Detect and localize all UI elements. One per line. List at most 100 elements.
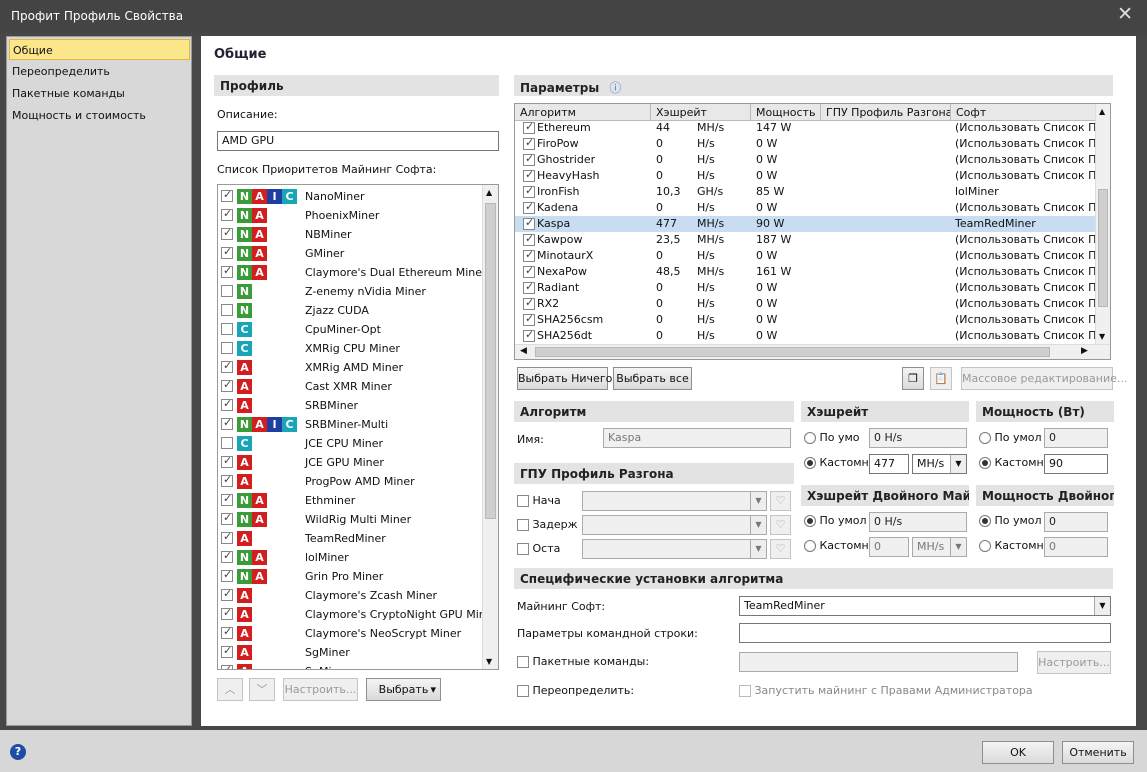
run-as-admin-checkbox[interactable]: [739, 685, 751, 697]
miner-checkbox[interactable]: [221, 549, 233, 563]
miner-checkbox[interactable]: [221, 359, 233, 373]
dual-hashrate-default-radio[interactable]: [804, 515, 816, 527]
miner-checkbox[interactable]: [221, 342, 233, 354]
override-option[interactable]: Переопределить:: [517, 684, 634, 697]
chevron-down-icon[interactable]: ▼: [950, 455, 966, 473]
miner-checkbox[interactable]: [221, 245, 233, 259]
description-input[interactable]: AMD GPU: [217, 131, 499, 151]
list-item[interactable]: A Claymore's Zcash Miner: [221, 586, 481, 605]
miner-configure-button[interactable]: Настроить...: [283, 678, 358, 701]
miner-checkbox[interactable]: [221, 454, 233, 468]
miner-checkbox[interactable]: [221, 416, 233, 430]
row-checkbox[interactable]: [523, 264, 535, 278]
oc-select[interactable]: ▼: [582, 539, 767, 559]
chevron-down-icon[interactable]: ▼: [1094, 597, 1110, 615]
miner-checkbox[interactable]: [221, 492, 233, 506]
list-item[interactable]: NAIC SRBMiner-Multi: [221, 415, 481, 434]
list-item[interactable]: NA WildRig Multi Miner: [221, 510, 481, 529]
list-item[interactable]: NA GMiner: [221, 244, 481, 263]
miner-checkbox[interactable]: [221, 625, 233, 639]
table-row[interactable]: FiroPow 0 H/s 0 W (Использовать Список При: [515, 136, 1110, 152]
power-custom-input[interactable]: 90: [1044, 454, 1108, 474]
list-item[interactable]: NA Grin Pro Miner: [221, 567, 481, 586]
miner-checkbox[interactable]: [221, 304, 233, 316]
miner-checkbox[interactable]: [221, 644, 233, 658]
row-checkbox[interactable]: [523, 216, 535, 230]
row-checkbox[interactable]: [523, 168, 535, 182]
grid-header-oc-profile[interactable]: ГПУ Профиль Разгона: [821, 104, 951, 121]
batch-commands-input[interactable]: [739, 652, 1018, 672]
override-checkbox[interactable]: [517, 685, 529, 697]
miner-checkbox[interactable]: [221, 663, 233, 669]
table-row[interactable]: SHA256dt 0 H/s 0 W (Использовать Список При: [515, 328, 1110, 344]
miner-checkbox[interactable]: [221, 473, 233, 487]
hashrate-custom-input[interactable]: 477: [869, 454, 909, 474]
select-all-button[interactable]: Выбрать все: [613, 367, 692, 390]
software-select[interactable]: TeamRedMiner ▼: [739, 596, 1111, 616]
bulk-edit-button[interactable]: Массовое редактирование...: [961, 367, 1127, 390]
table-row[interactable]: Radiant 0 H/s 0 W (Использовать Список При: [515, 280, 1110, 296]
list-item[interactable]: A SgMiner: [221, 662, 481, 669]
oc-option[interactable]: Нача: [517, 494, 561, 507]
miner-checkbox[interactable]: [221, 285, 233, 297]
oc-checkbox[interactable]: [517, 519, 529, 531]
oc-checkbox[interactable]: [517, 495, 529, 507]
algo-name-input[interactable]: Kaspa: [603, 428, 791, 448]
choose-button[interactable]: Выбрать ▾: [366, 678, 441, 701]
miner-checkbox[interactable]: [221, 207, 233, 221]
table-row[interactable]: NexaPow 48,5 MH/s 161 W (Использовать Список…: [515, 264, 1110, 280]
oc-select[interactable]: ▼: [582, 491, 767, 511]
nav-item-batch-commands[interactable]: Пакетные команды: [9, 83, 190, 104]
select-none-button[interactable]: Выбрать Ничего: [517, 367, 612, 390]
batch-configure-button[interactable]: Настроить...: [1037, 651, 1111, 674]
list-item[interactable]: A XMRig AMD Miner: [221, 358, 481, 377]
grid-vscroll-thumb[interactable]: [1098, 189, 1108, 307]
chevron-down-icon[interactable]: ▼: [750, 492, 766, 510]
table-row[interactable]: Kadena 0 H/s 0 W (Использовать Список При: [515, 200, 1110, 216]
row-checkbox[interactable]: [523, 152, 535, 166]
miner-checkbox[interactable]: [221, 226, 233, 240]
run-as-admin-option[interactable]: Запустить майнинг с Правами Администрато…: [739, 684, 1033, 697]
dual-hashrate-custom-radio[interactable]: [804, 540, 816, 552]
oc-option[interactable]: Задерж: [517, 518, 578, 531]
cmdline-input[interactable]: [739, 623, 1111, 643]
chevron-down-icon[interactable]: ▼: [750, 516, 766, 534]
table-row[interactable]: IronFish 10,3 GH/s 85 W lolMiner: [515, 184, 1095, 200]
hashrate-unit-select[interactable]: MH/s ▼: [912, 454, 967, 474]
list-item[interactable]: A Cast XMR Miner: [221, 377, 481, 396]
list-item[interactable]: A JCE GPU Miner: [221, 453, 481, 472]
list-item[interactable]: A ProgPow AMD Miner: [221, 472, 481, 491]
grid-vscrollbar[interactable]: ▲ ▼: [1095, 104, 1110, 344]
list-item[interactable]: A SgMiner: [221, 643, 481, 662]
info-icon[interactable]: ⓘ: [609, 81, 621, 95]
miner-checkbox[interactable]: [221, 264, 233, 278]
miner-checkbox[interactable]: [221, 188, 233, 202]
hashrate-default-radio[interactable]: [804, 432, 816, 444]
close-icon[interactable]: ✕: [1117, 3, 1133, 25]
dual-power-custom-radio[interactable]: [979, 540, 991, 552]
nav-item-general[interactable]: Общие: [9, 39, 190, 60]
list-item[interactable]: A Claymore's NeoScrypt Miner: [221, 624, 481, 643]
copy-icon[interactable]: ❐: [902, 367, 924, 390]
move-up-button[interactable]: ︿: [217, 678, 243, 701]
list-item[interactable]: A TeamRedMiner: [221, 529, 481, 548]
table-row[interactable]: RX2 0 H/s 0 W (Использовать Список При: [515, 296, 1110, 312]
grid-header-power[interactable]: Мощность: [751, 104, 821, 121]
dual-power-custom-input[interactable]: 0: [1044, 537, 1108, 557]
dual-hashrate-custom-option[interactable]: Кастомн: [804, 539, 869, 552]
list-item[interactable]: NA PhoenixMiner: [221, 206, 481, 225]
paste-icon[interactable]: 📋: [930, 367, 952, 390]
miner-checkbox[interactable]: [221, 511, 233, 525]
chevron-down-icon[interactable]: ▼: [750, 540, 766, 558]
favorite-icon[interactable]: ♡: [770, 491, 791, 511]
miner-list-scrollbar[interactable]: ▲ ▼: [482, 185, 498, 669]
cancel-button[interactable]: Отменить: [1062, 741, 1134, 764]
miner-checkbox[interactable]: [221, 606, 233, 620]
favorite-icon[interactable]: ♡: [770, 539, 791, 559]
miner-checkbox[interactable]: [221, 587, 233, 601]
list-item[interactable]: NA Ethminer: [221, 491, 481, 510]
row-checkbox[interactable]: [523, 280, 535, 294]
row-checkbox[interactable]: [523, 312, 535, 326]
list-item[interactable]: A SRBMiner: [221, 396, 481, 415]
table-row[interactable]: MinotaurX 0 H/s 0 W (Использовать Список При: [515, 248, 1110, 264]
